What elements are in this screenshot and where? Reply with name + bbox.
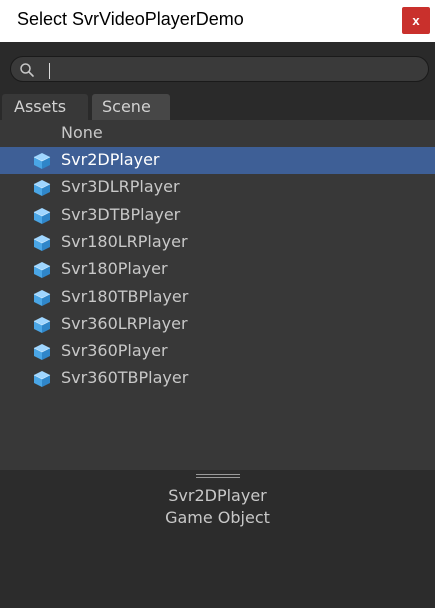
tab-bar: Assets Scene [0,92,435,120]
search-bar [0,42,435,92]
list-item[interactable]: Svr360TBPlayer [0,365,435,392]
list-item-label: Svr180TBPlayer [61,287,189,306]
splitter-grip-line [196,477,240,478]
list-item-label: None [61,123,103,142]
list-item[interactable]: Svr180TBPlayer [0,284,435,311]
search-icon [20,63,34,77]
preview-object-type: Game Object [165,508,270,527]
preview-splitter[interactable] [0,470,435,482]
list-item-none[interactable]: None [0,120,435,147]
gameobject-cube-icon [33,261,51,279]
list-item[interactable]: Svr180Player [0,256,435,283]
gameobject-cube-icon [33,289,51,307]
list-item[interactable]: Svr3DLRPlayer [0,174,435,201]
list-item[interactable]: Svr3DTBPlayer [0,202,435,229]
tab-assets[interactable]: Assets [2,94,88,120]
preview-panel: Svr2DPlayer Game Object [0,482,435,608]
list-item-label: Svr360TBPlayer [61,368,189,387]
splitter-grip-line [196,474,240,475]
list-item-label: Svr360LRPlayer [61,314,188,333]
gameobject-cube-icon [33,179,51,197]
object-list: None Svr2DPlayer Svr3DLRPlayer Svr3DTBPlay… [0,120,435,470]
tab-scene[interactable]: Scene [92,94,170,120]
list-item-label: Svr360Player [61,341,168,360]
search-field[interactable] [10,56,429,82]
list-item-label: Svr180Player [61,259,168,278]
search-input[interactable] [37,60,417,78]
text-caret [49,63,50,79]
gameobject-cube-icon [33,207,51,225]
close-button[interactable]: x [402,7,430,34]
gameobject-cube-icon [33,343,51,361]
list-item-label: Svr3DTBPlayer [61,205,181,224]
list-item[interactable]: Svr360Player [0,338,435,365]
gameobject-cube-icon [33,316,51,334]
object-picker-window: Select SvrVideoPlayerDemo x Assets Scene… [0,0,435,608]
list-item[interactable]: Svr180LRPlayer [0,229,435,256]
list-item[interactable]: Svr2DPlayer [0,147,435,174]
gameobject-cube-icon [33,152,51,170]
list-item-label: Svr2DPlayer [61,150,160,169]
window-title: Select SvrVideoPlayerDemo [17,9,244,29]
list-item-label: Svr180LRPlayer [61,232,188,251]
gameobject-cube-icon [33,234,51,252]
gameobject-cube-icon [33,370,51,388]
list-item[interactable]: Svr360LRPlayer [0,311,435,338]
title-bar: Select SvrVideoPlayerDemo x [0,0,435,42]
list-item-label: Svr3DLRPlayer [61,177,180,196]
preview-object-name: Svr2DPlayer [168,486,267,505]
